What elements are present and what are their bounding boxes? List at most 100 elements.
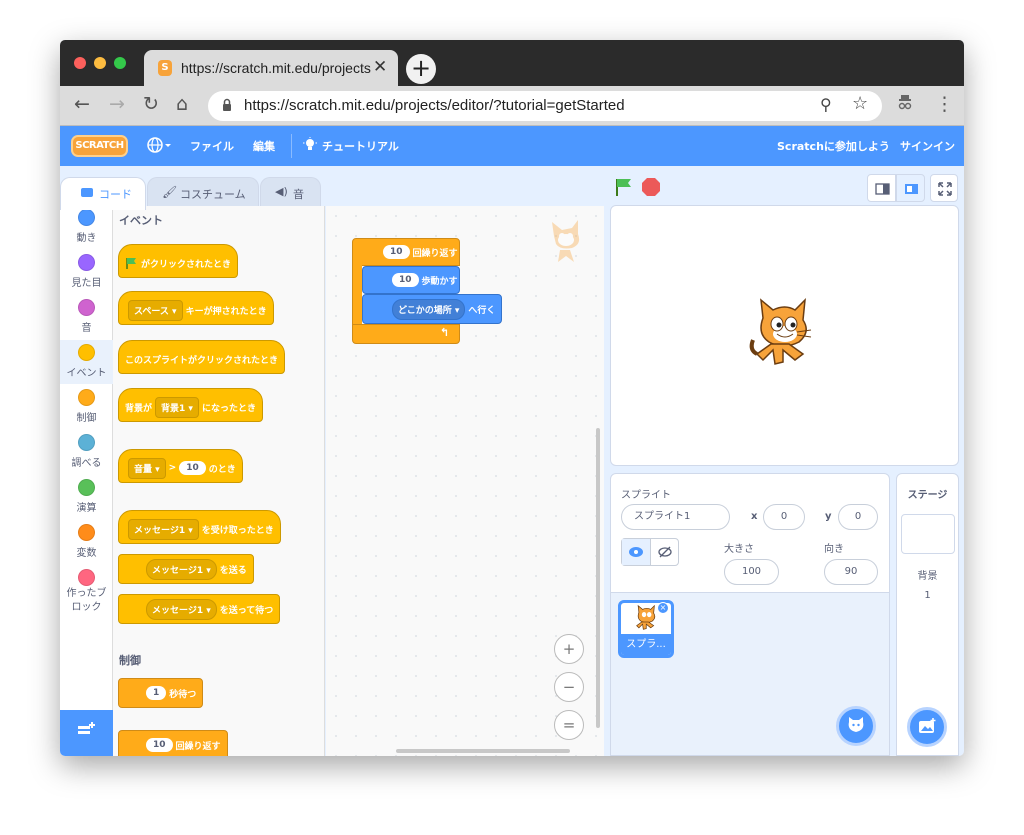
- category-sound[interactable]: 音: [60, 299, 113, 334]
- file-menu[interactable]: ファイル: [190, 138, 234, 154]
- category-events[interactable]: イベント: [60, 340, 113, 384]
- zoom-out-button[interactable]: −: [554, 672, 584, 702]
- scratch-logo[interactable]: SCRATCH: [71, 135, 128, 157]
- message-dropdown[interactable]: メッセージ1 ▾: [146, 598, 217, 620]
- block-text: へ行く: [468, 305, 496, 316]
- when-volume-greater-block[interactable]: 音量 ▾ > 10 のとき: [118, 449, 243, 483]
- category-my-blocks[interactable]: 作ったブ ロック: [60, 569, 113, 615]
- zoom-in-button[interactable]: +: [554, 634, 584, 664]
- script-area[interactable]: 10 回繰り返す ↰ 10 歩動かす どこかの場所 ▾ へ行く + − =: [326, 206, 604, 756]
- delete-sprite-icon[interactable]: ×: [657, 602, 669, 614]
- sensor-dropdown[interactable]: 音量 ▾: [128, 457, 166, 479]
- block-text: 秒待つ: [169, 689, 197, 700]
- tutorials-menu[interactable]: チュートリアル: [322, 138, 399, 154]
- sprite-label: スプライト: [621, 490, 671, 501]
- when-key-pressed-block[interactable]: スペース ▾ キーが押されたとき: [118, 291, 274, 325]
- size-input[interactable]: 100: [724, 559, 779, 585]
- browser-menu-icon[interactable]: ⋮: [935, 93, 954, 115]
- menu-divider: [291, 134, 292, 158]
- variables-dot-icon: [78, 524, 95, 541]
- category-looks[interactable]: 見た目: [60, 254, 113, 289]
- close-window-icon[interactable]: [74, 57, 86, 69]
- y-label: y: [825, 511, 832, 522]
- sign-in-link[interactable]: サインイン: [900, 138, 955, 154]
- direction-label: 向き: [824, 544, 844, 555]
- choose-backdrop-button[interactable]: [907, 707, 947, 747]
- y-position-input[interactable]: 0: [838, 504, 878, 530]
- join-scratch-link[interactable]: Scratchに参加しよう: [777, 138, 890, 154]
- edit-menu[interactable]: 編集: [253, 138, 275, 154]
- repeat-count-input[interactable]: 10: [383, 245, 410, 259]
- scratch-cat-sprite[interactable]: [749, 298, 821, 374]
- zoom-icon[interactable]: ⚲: [820, 95, 832, 114]
- script-vertical-scrollbar[interactable]: [596, 428, 600, 728]
- block-text: 回繰り返す: [412, 248, 458, 259]
- stage-canvas[interactable]: [610, 205, 959, 466]
- green-flag-icon[interactable]: [614, 177, 634, 197]
- incognito-icon[interactable]: [898, 94, 912, 112]
- choose-sprite-button[interactable]: [836, 706, 876, 746]
- go-to-target-dropdown[interactable]: どこかの場所 ▾: [392, 298, 466, 320]
- move-steps-input[interactable]: 10: [392, 273, 419, 287]
- key-dropdown[interactable]: スペース ▾: [128, 299, 183, 321]
- when-receive-message-block[interactable]: メッセージ1 ▾ を受け取ったとき: [118, 510, 281, 544]
- wait-seconds-input[interactable]: 1: [146, 686, 167, 700]
- back-icon[interactable]: ←: [74, 93, 90, 115]
- category-motion[interactable]: 動き: [60, 209, 113, 244]
- when-flag-clicked-block[interactable]: がクリックされたとき: [118, 244, 239, 278]
- sprite-name-input[interactable]: スプライト1: [621, 504, 730, 530]
- normal-stage-button[interactable]: [896, 174, 925, 202]
- forward-icon[interactable]: →: [109, 93, 125, 115]
- backdrop-dropdown[interactable]: 背景1 ▾: [155, 396, 199, 418]
- tab-close-icon[interactable]: ✕: [373, 57, 387, 77]
- small-stage-button[interactable]: [867, 174, 896, 202]
- repeat-block[interactable]: 10 回繰り返す: [118, 730, 228, 756]
- stage-thumbnail[interactable]: [901, 514, 955, 554]
- go-to-block[interactable]: どこかの場所 ▾ へ行く: [362, 294, 503, 324]
- category-operators[interactable]: 演算: [60, 479, 113, 514]
- new-tab-button[interactable]: +: [406, 54, 436, 84]
- wait-block[interactable]: 1 秒待つ: [118, 678, 204, 708]
- dropdown-value: スペース: [134, 306, 169, 317]
- category-label: 制御: [76, 413, 97, 424]
- add-extension-button[interactable]: [60, 710, 113, 756]
- address-bar[interactable]: https://scratch.mit.edu/projects/editor/…: [208, 91, 882, 121]
- category-control[interactable]: 制御: [60, 389, 113, 424]
- looks-dot-icon: [78, 254, 95, 271]
- reload-icon[interactable]: ↻: [143, 93, 159, 115]
- home-icon[interactable]: ⌂: [176, 93, 188, 115]
- x-position-input[interactable]: 0: [763, 504, 805, 530]
- category-sensing[interactable]: 調べる: [60, 434, 113, 469]
- hide-sprite-button[interactable]: [651, 539, 679, 565]
- broadcast-block[interactable]: メッセージ1 ▾ を送る: [118, 554, 254, 584]
- size-label: 大きさ: [724, 544, 754, 555]
- backdrop-label: 背景: [917, 571, 938, 582]
- eye-hidden-icon: [658, 546, 672, 558]
- stage-selector-panel[interactable]: ステージ 背景 1: [896, 473, 959, 756]
- browser-tab-strip: S https://scratch.mit.edu/projects/edito…: [60, 40, 964, 86]
- direction-input[interactable]: 90: [824, 559, 878, 585]
- script-horizontal-scrollbar[interactable]: [396, 749, 570, 753]
- broadcast-and-wait-block[interactable]: メッセージ1 ▾ を送って待つ: [118, 594, 281, 624]
- move-steps-block[interactable]: 10 歩動かす: [362, 266, 460, 294]
- maximize-window-icon[interactable]: [114, 57, 126, 69]
- stop-icon[interactable]: [641, 177, 661, 197]
- sprite-thumbnail-label: スプラ...: [621, 634, 671, 655]
- control-dot-icon: [78, 389, 95, 406]
- minimize-window-icon[interactable]: [94, 57, 106, 69]
- tab-code[interactable]: コード: [60, 177, 146, 210]
- category-variables[interactable]: 変数: [60, 524, 113, 559]
- when-sprite-clicked-block[interactable]: このスプライトがクリックされたとき: [118, 340, 286, 374]
- browser-tab[interactable]: S https://scratch.mit.edu/projects/edito…: [144, 50, 398, 86]
- message-dropdown[interactable]: メッセージ1 ▾: [128, 518, 199, 540]
- fullscreen-button[interactable]: [930, 174, 958, 202]
- repeat-count-input[interactable]: 10: [146, 738, 173, 752]
- bookmark-star-icon[interactable]: ☆: [852, 93, 868, 114]
- message-dropdown[interactable]: メッセージ1 ▾: [146, 558, 217, 580]
- show-sprite-button[interactable]: [622, 539, 651, 565]
- volume-input[interactable]: 10: [179, 461, 206, 475]
- green-flag-icon: [126, 258, 136, 269]
- zoom-reset-button[interactable]: =: [554, 710, 584, 740]
- language-globe-icon[interactable]: [147, 136, 171, 157]
- when-backdrop-switches-block[interactable]: 背景が 背景1 ▾ になったとき: [118, 388, 263, 422]
